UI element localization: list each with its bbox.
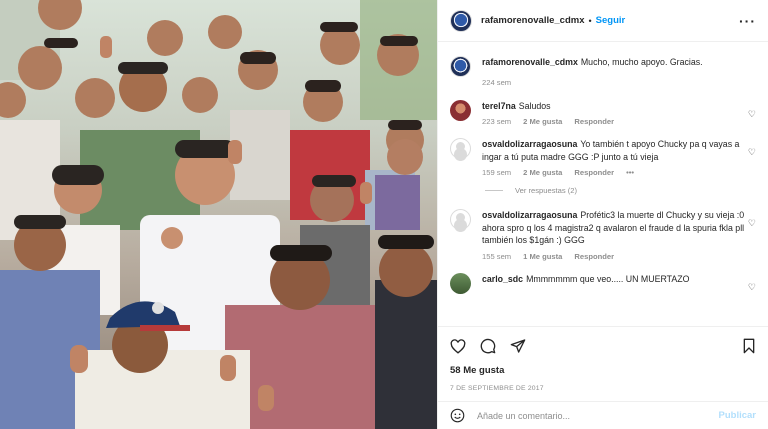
post-side-panel: rafamorenovalle_cdmx • Seguir ··· rafamo… [437,0,768,429]
more-options-icon[interactable]: ··· [739,13,756,29]
commenter-avatar[interactable] [450,209,471,230]
caption-text: rafamorenovalle_cdmx Mucho, mucho apoyo. … [482,56,750,69]
like-count[interactable]: 58 Me gusta [450,365,756,376]
comment-meta: 223 sem 2 Me gusta Responder [482,117,750,126]
author-avatar[interactable] [450,9,472,32]
comment-time[interactable]: 155 sem [482,252,511,261]
emoji-icon[interactable] [450,408,465,423]
comment-body: osvaldolizarragaosuna Profétic3 la muerte… [482,209,750,261]
comment-meta: 155 sem 1 Me gusta Responder [482,252,750,261]
comment-username[interactable]: osvaldolizarragaosuna [482,139,577,149]
caption-body: rafamorenovalle_cdmx Mucho, mucho apoyo. … [482,56,750,87]
post-date: 7 DE SEPTIEMBRE DE 2017 [450,385,544,392]
reply-button[interactable]: Responder [574,117,614,126]
comment-body: osvaldolizarragaosuna Yo también t apoyo … [482,138,750,177]
comment-message: Saludos [518,100,551,111]
follow-button[interactable]: Seguir [596,15,626,26]
commenter-avatar[interactable] [450,99,471,121]
post-header: rafamorenovalle_cdmx • Seguir ··· [438,0,768,42]
comment-like-heart-icon[interactable]: ♡ [748,147,756,158]
separator-dot: • [588,15,592,26]
comment-text: osvaldolizarragaosuna Yo también t apoyo … [482,138,750,163]
comment-options-icon[interactable]: ••• [626,168,634,177]
comment-username[interactable]: terel7na [482,101,516,111]
caption-time[interactable]: 224 sem [482,78,511,87]
comment-item: terel7na Saludos 223 sem 2 Me gusta Respo… [450,99,756,127]
comment-username[interactable]: osvaldolizarragaosuna [482,210,577,220]
comment-item: osvaldolizarragaosuna Profétic3 la muerte… [450,209,756,261]
action-icons [450,337,756,355]
comment-item: carlo_sdc Mmmmmmm que veo..... UN MUERTAZ… [450,272,756,294]
add-comment-bar: Publicar [438,401,768,429]
caption-message: Mucho, mucho apoyo. Gracias. [580,57,703,67]
comment-like-heart-icon[interactable]: ♡ [748,282,756,293]
post-actions: 58 Me gusta 7 DE SEPTIEMBRE DE 2017 [438,326,768,392]
comment-message: Mmmmmmm que veo..... UN MUERTAZO [526,273,690,284]
save-bookmark-icon[interactable] [742,338,756,354]
comment-text: osvaldolizarragaosuna Profétic3 la muerte… [482,209,750,247]
comments-list[interactable]: rafamorenovalle_cdmx Mucho, mucho apoyo. … [438,42,768,324]
comment-like-heart-icon[interactable]: ♡ [748,218,756,229]
share-paper-plane-icon[interactable] [510,338,526,354]
caption-username[interactable]: rafamorenovalle_cdmx [482,57,578,67]
reply-button[interactable]: Responder [574,168,614,177]
comment-meta: 159 sem 2 Me gusta Responder ••• [482,168,750,177]
caption-avatar[interactable] [450,56,471,77]
comment-time[interactable]: 223 sem [482,117,511,126]
view-replies-button[interactable]: Ver respuestas (2) [485,186,756,195]
comment-body: terel7na Saludos 223 sem 2 Me gusta Respo… [482,100,750,127]
author-username[interactable]: rafamorenovalle_cdmx [481,15,585,26]
comment-like-heart-icon[interactable]: ♡ [748,109,756,120]
post-photo[interactable] [0,0,437,429]
comment-username[interactable]: carlo_sdc [482,274,523,284]
caption: rafamorenovalle_cdmx Mucho, mucho apoyo. … [450,56,756,87]
comment-time[interactable]: 159 sem [482,168,511,177]
comment-item: osvaldolizarragaosuna Yo también t apoyo … [450,138,756,177]
comment-input[interactable] [477,410,719,421]
commenter-avatar[interactable] [450,272,471,294]
instagram-post-modal: rafamorenovalle_cdmx • Seguir ··· rafamo… [0,0,768,429]
crowd-photo-illustration [0,0,437,429]
comment-body: carlo_sdc Mmmmmmm que veo..... UN MUERTAZ… [482,273,750,294]
comment-likes[interactable]: 2 Me gusta [523,168,562,177]
like-heart-icon[interactable] [450,338,466,354]
comment-text: carlo_sdc Mmmmmmm que veo..... UN MUERTAZ… [482,273,750,286]
caption-meta: 224 sem [482,78,750,87]
post-comment-button[interactable]: Publicar [719,410,757,421]
commenter-avatar[interactable] [450,138,471,159]
view-replies-label: Ver respuestas (2) [515,186,578,195]
comment-bubble-icon[interactable] [480,338,496,354]
replies-line [485,190,503,191]
comment-text: terel7na Saludos [482,100,750,113]
reply-button[interactable]: Responder [574,252,614,261]
comment-likes[interactable]: 2 Me gusta [523,117,562,126]
comment-likes[interactable]: 1 Me gusta [523,252,562,261]
